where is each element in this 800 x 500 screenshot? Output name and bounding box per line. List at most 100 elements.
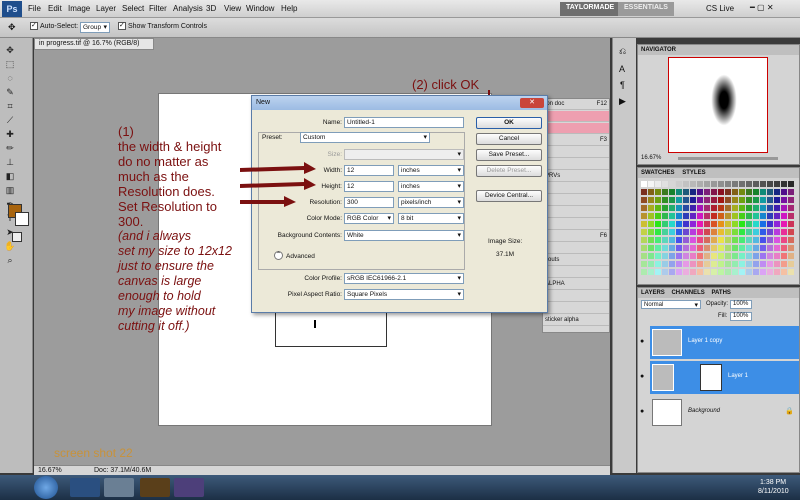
stamp-tool-icon[interactable]: ⊥: [4, 156, 16, 168]
color-swatch[interactable]: [648, 261, 654, 267]
color-swatch[interactable]: [683, 197, 689, 203]
blend-mode-dropdown[interactable]: Normal: [641, 300, 701, 310]
color-swatch[interactable]: [732, 189, 738, 195]
action-item[interactable]: F3: [543, 135, 609, 146]
action-item[interactable]: [543, 207, 609, 218]
background-color-swatch[interactable]: [15, 212, 29, 226]
menu-filter[interactable]: Filter: [149, 4, 167, 13]
color-swatch[interactable]: [711, 181, 717, 187]
color-swatch[interactable]: [641, 205, 647, 211]
color-swatch[interactable]: [725, 229, 731, 235]
color-swatch[interactable]: [711, 197, 717, 203]
action-item[interactable]: [543, 123, 609, 134]
color-swatch[interactable]: [697, 213, 703, 219]
action-item[interactable]: F6: [543, 231, 609, 242]
color-swatch[interactable]: [725, 253, 731, 259]
menu-image[interactable]: Image: [68, 4, 90, 13]
name-input[interactable]: Untitled-1: [344, 117, 464, 128]
paragraph-icon[interactable]: ¶: [620, 80, 625, 90]
color-swatch[interactable]: [704, 189, 710, 195]
fill-input[interactable]: 100%: [730, 312, 752, 321]
preset-dropdown[interactable]: Custom: [300, 132, 430, 143]
color-swatch[interactable]: [711, 189, 717, 195]
color-swatch[interactable]: [697, 245, 703, 251]
bit-depth-dropdown[interactable]: 8 bit: [398, 213, 464, 224]
color-swatch[interactable]: [767, 229, 773, 235]
color-swatch[interactable]: [753, 229, 759, 235]
color-swatch[interactable]: [676, 205, 682, 211]
color-swatch[interactable]: [676, 245, 682, 251]
action-item[interactable]: [543, 111, 609, 122]
color-swatch[interactable]: [746, 245, 752, 251]
color-swatch[interactable]: [746, 205, 752, 211]
color-swatch[interactable]: [725, 237, 731, 243]
start-button[interactable]: [34, 476, 58, 499]
color-swatch[interactable]: [662, 213, 668, 219]
color-swatch[interactable]: [648, 189, 654, 195]
color-swatch[interactable]: [739, 205, 745, 211]
color-mode-dropdown[interactable]: RGB Color: [344, 213, 394, 224]
color-swatch[interactable]: [683, 253, 689, 259]
action-item[interactable]: ion doc F12: [543, 99, 609, 110]
color-swatch[interactable]: [662, 261, 668, 267]
color-swatch[interactable]: [655, 253, 661, 259]
close-icon[interactable]: ✕: [520, 98, 544, 108]
color-swatch[interactable]: [662, 189, 668, 195]
color-swatch[interactable]: [739, 253, 745, 259]
color-swatch[interactable]: [655, 181, 661, 187]
color-swatch[interactable]: [662, 229, 668, 235]
color-swatch[interactable]: [676, 213, 682, 219]
color-swatch[interactable]: [690, 181, 696, 187]
color-swatch[interactable]: [697, 181, 703, 187]
color-swatch[interactable]: [746, 261, 752, 267]
color-swatch[interactable]: [781, 245, 787, 251]
color-swatch[interactable]: [704, 253, 710, 259]
zoom-tool-icon[interactable]: ⌕: [4, 254, 16, 266]
quick-select-tool-icon[interactable]: ✎: [4, 86, 16, 98]
layer-name[interactable]: Layer 1 copy: [688, 338, 722, 344]
color-swatch[interactable]: [760, 237, 766, 243]
action-item[interactable]: PRVs: [543, 171, 609, 182]
auto-select-dropdown[interactable]: Group: [80, 22, 110, 33]
color-swatch[interactable]: [704, 221, 710, 227]
color-swatch[interactable]: [774, 269, 780, 275]
device-central-button[interactable]: Device Central...: [476, 190, 542, 202]
color-swatch[interactable]: [718, 261, 724, 267]
action-item[interactable]: [543, 303, 609, 314]
color-swatch[interactable]: [760, 261, 766, 267]
color-swatch[interactable]: [746, 213, 752, 219]
color-swatch[interactable]: [760, 229, 766, 235]
color-swatch[interactable]: [697, 221, 703, 227]
color-swatch[interactable]: [753, 269, 759, 275]
color-swatch[interactable]: [774, 229, 780, 235]
color-swatch[interactable]: [767, 245, 773, 251]
color-swatch[interactable]: [718, 237, 724, 243]
color-swatch[interactable]: [781, 229, 787, 235]
color-swatch[interactable]: [662, 237, 668, 243]
save-preset-button[interactable]: Save Preset...: [476, 149, 542, 161]
color-swatch[interactable]: [669, 253, 675, 259]
character-icon[interactable]: A: [619, 64, 625, 74]
color-swatch[interactable]: [774, 253, 780, 259]
color-swatch[interactable]: [718, 213, 724, 219]
clock-date[interactable]: 8/11/2010: [758, 488, 789, 495]
height-unit-dropdown[interactable]: inches: [398, 181, 464, 192]
ok-button[interactable]: OK: [476, 117, 542, 129]
color-swatch[interactable]: [711, 205, 717, 211]
color-swatch[interactable]: [662, 197, 668, 203]
crop-tool-icon[interactable]: ⌗: [4, 100, 16, 112]
color-swatch[interactable]: [753, 205, 759, 211]
action-item[interactable]: [543, 159, 609, 170]
color-swatch[interactable]: [662, 181, 668, 187]
color-swatch[interactable]: [711, 261, 717, 267]
color-swatch[interactable]: [669, 213, 675, 219]
action-item[interactable]: sticker alpha: [543, 315, 609, 326]
action-item[interactable]: ALPHA: [543, 279, 609, 290]
color-swatch[interactable]: [683, 221, 689, 227]
color-swatch[interactable]: [690, 237, 696, 243]
color-swatch[interactable]: [739, 269, 745, 275]
color-swatch[interactable]: [725, 245, 731, 251]
color-swatch[interactable]: [641, 253, 647, 259]
color-swatch[interactable]: [739, 261, 745, 267]
color-swatch[interactable]: [690, 261, 696, 267]
